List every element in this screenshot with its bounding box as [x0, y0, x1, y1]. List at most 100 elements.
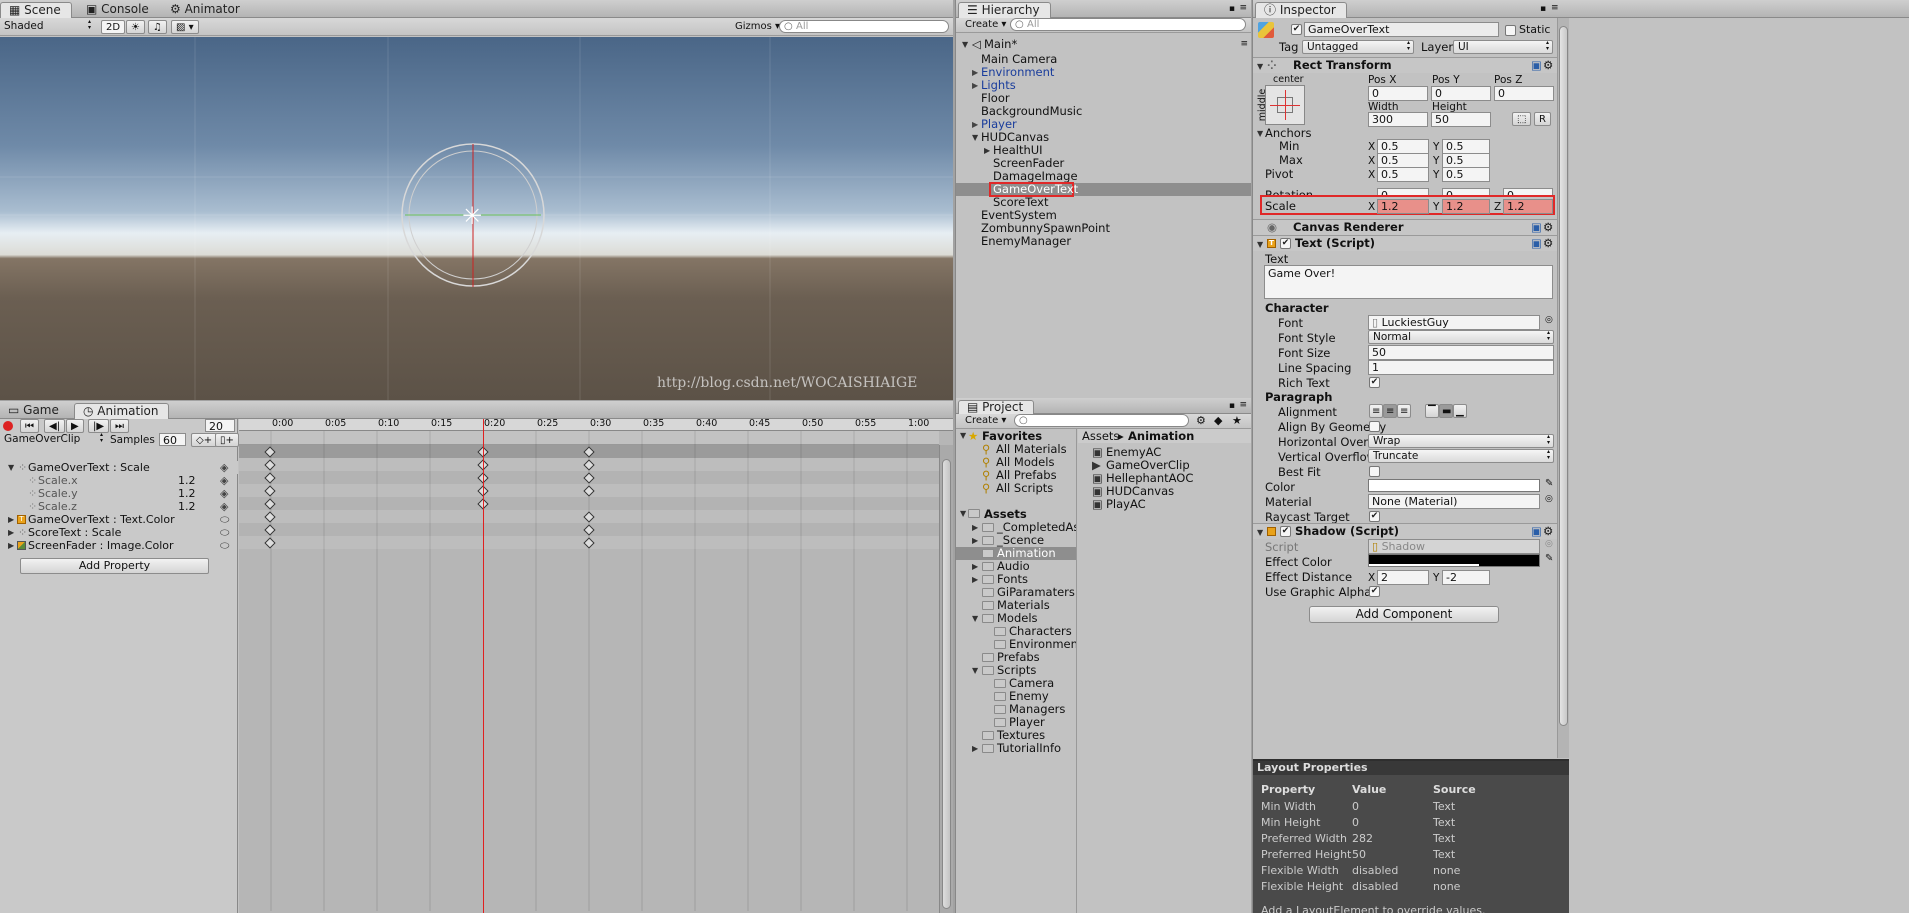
favorites-header[interactable]: ▼ ★ Favorites: [956, 429, 1076, 443]
posz-field[interactable]: 0: [1494, 86, 1554, 101]
expand-icon[interactable]: ▼: [962, 37, 968, 52]
help-icon[interactable]: ▣: [1531, 524, 1542, 539]
tag-dropdown[interactable]: Untagged: [1302, 40, 1414, 54]
tab-hierarchy[interactable]: ☰ Hierarchy: [958, 2, 1051, 18]
track-value[interactable]: 1.2: [178, 474, 196, 487]
last-key-button[interactable]: ⏭: [110, 419, 129, 433]
effect-color-swatch[interactable]: [1368, 554, 1540, 567]
timeline[interactable]: 0:00 0:05 0:10 0:15 0:20 0:25 0:30 0:35 …: [239, 418, 953, 913]
active-checkbox[interactable]: ✔: [1291, 24, 1302, 35]
scene-root[interactable]: ▼ ◁ Main* ≡: [956, 37, 1251, 52]
posy-field[interactable]: 0: [1431, 86, 1491, 101]
add-keyframe-button[interactable]: ◇+: [191, 433, 218, 447]
expand-icon[interactable]: ▶: [972, 66, 978, 79]
expand-icon[interactable]: ▼: [1257, 59, 1263, 74]
scale-x-field[interactable]: 1.2: [1377, 199, 1429, 214]
asset-file[interactable]: ▣ HUDCanvas: [1078, 485, 1251, 498]
expand-icon[interactable]: ▼: [8, 461, 14, 474]
breadcrumb-assets[interactable]: Assets: [1082, 429, 1119, 443]
tab-inspector[interactable]: ⓘ Inspector: [1255, 2, 1347, 18]
playhead[interactable]: [483, 419, 484, 913]
shadow-enabled-checkbox[interactable]: ✔: [1280, 526, 1291, 537]
text-enabled-checkbox[interactable]: ✔: [1280, 238, 1291, 249]
filter-type-icon[interactable]: ⚙: [1196, 414, 1206, 427]
scroll-thumb[interactable]: [1559, 26, 1568, 726]
effect-distance-x-field[interactable]: 2: [1377, 570, 1429, 585]
object-name-field[interactable]: GameOverText: [1304, 22, 1499, 37]
help-icon[interactable]: ▣: [1531, 220, 1542, 235]
material-field[interactable]: None (Material): [1368, 494, 1540, 509]
track-scale-x[interactable]: ⁘ Scale.x 1.2 ◈: [0, 474, 238, 487]
inspector-scrollbar[interactable]: [1557, 18, 1569, 758]
asset-file[interactable]: ▣ PlayAC: [1078, 498, 1251, 511]
font-field[interactable]: ▯ LuckiestGuy: [1368, 315, 1540, 330]
hierarchy-search[interactable]: ○ All: [1010, 18, 1246, 31]
anchor-max-x-field[interactable]: 0.5: [1377, 153, 1429, 168]
tab-console[interactable]: ▣ Console: [78, 2, 159, 18]
help-icon[interactable]: ▣: [1531, 236, 1542, 251]
favorite-all-scripts[interactable]: ⚲ All Scripts: [956, 482, 1076, 495]
tab-game[interactable]: ▭ Game: [0, 403, 69, 419]
align-top-button[interactable]: ▔: [1425, 404, 1439, 418]
key-diamond-icon[interactable]: ◈: [220, 461, 228, 474]
anchor-max-y-field[interactable]: 0.5: [1442, 153, 1490, 168]
track-scale-y[interactable]: ⁘ Scale.y 1.2 ◈: [0, 487, 238, 500]
play-button[interactable]: ▶: [66, 419, 84, 433]
align-center-button[interactable]: ≡: [1383, 404, 1397, 418]
add-property-button[interactable]: Add Property: [20, 558, 209, 574]
expand-icon[interactable]: ▼: [1257, 525, 1263, 540]
expand-icon[interactable]: ▶: [972, 79, 978, 92]
vertical-overflow-dropdown[interactable]: Truncate: [1368, 449, 1554, 463]
key-diamond-icon[interactable]: ◈: [220, 487, 228, 500]
curve-icon[interactable]: ⬭: [220, 526, 229, 539]
use-graphic-alpha-checkbox[interactable]: ✔: [1369, 586, 1380, 597]
expand-icon[interactable]: ▶: [972, 560, 978, 573]
2d-toggle[interactable]: 2D: [101, 20, 126, 34]
anchor-min-y-field[interactable]: 0.5: [1442, 139, 1490, 154]
timeline-ruler[interactable]: 0:00 0:05 0:10 0:15 0:20 0:25 0:30 0:35 …: [239, 418, 953, 431]
color-swatch[interactable]: [1368, 479, 1540, 492]
anchor-presets-button[interactable]: [1265, 85, 1305, 125]
scale-z-field[interactable]: 1.2: [1503, 199, 1553, 214]
gizmos-dropdown[interactable]: Gizmos ▾: [731, 20, 784, 34]
layer-dropdown[interactable]: UI: [1453, 40, 1553, 54]
effects-icon[interactable]: ▨ ▾: [171, 20, 199, 34]
track-screenfader-color[interactable]: ▶ ScreenFader : Image.Color ⬭: [0, 539, 238, 552]
panel-menu-icon[interactable]: ≡: [1239, 3, 1247, 13]
font-style-dropdown[interactable]: Normal: [1368, 330, 1554, 344]
object-picker-icon[interactable]: ◎: [1545, 494, 1553, 504]
track-value[interactable]: 1.2: [178, 487, 196, 500]
expand-icon[interactable]: ▶: [972, 534, 978, 547]
expand-icon[interactable]: ▶: [8, 526, 14, 539]
tab-animator[interactable]: ⚙ Animator: [162, 2, 250, 18]
font-size-field[interactable]: 50: [1368, 345, 1554, 360]
expand-icon[interactable]: ▶: [972, 742, 978, 755]
track-gameovertext-color[interactable]: ▶ T GameOverText : Text.Color ⬭: [0, 513, 238, 526]
lock-icon[interactable]: ▪: [1540, 4, 1546, 14]
track-scale-z[interactable]: ⁘ Scale.z 1.2 ◈: [0, 500, 238, 513]
best-fit-checkbox[interactable]: [1369, 466, 1380, 477]
expand-icon[interactable]: ▶: [984, 144, 990, 157]
help-icon[interactable]: ▣: [1531, 58, 1542, 73]
assets-header[interactable]: ▼ Assets: [956, 507, 1076, 521]
prev-key-button[interactable]: ◀|: [44, 419, 66, 433]
clip-dropdown[interactable]: GameOverClip: [0, 433, 106, 447]
scale-y-field[interactable]: 1.2: [1442, 199, 1490, 214]
text-area[interactable]: Game Over!: [1264, 265, 1553, 299]
project-search[interactable]: ○: [1014, 414, 1189, 427]
static-checkbox[interactable]: [1505, 25, 1516, 36]
expand-icon[interactable]: ▶: [972, 521, 978, 534]
expand-icon[interactable]: ▼: [1257, 129, 1263, 138]
expand-icon[interactable]: ▼: [972, 664, 978, 677]
lock-icon[interactable]: ▪: [1229, 401, 1235, 411]
shadow-script-header[interactable]: ▼ ✔ Shadow (Script) ▣ ⚙: [1253, 523, 1557, 539]
favorite-star-icon[interactable]: ★: [1232, 414, 1242, 427]
tab-animation[interactable]: ◷ Animation: [74, 403, 170, 419]
expand-icon[interactable]: ▶: [8, 539, 14, 552]
layout-properties-title[interactable]: Layout Properties: [1253, 761, 1569, 775]
create-button[interactable]: Create ▾: [961, 414, 1010, 428]
panel-menu-icon[interactable]: ≡: [1551, 3, 1559, 13]
raw-edit-button[interactable]: R: [1534, 112, 1551, 126]
effect-distance-y-field[interactable]: -2: [1442, 570, 1490, 585]
eyedropper-icon[interactable]: ✎: [1545, 478, 1553, 489]
